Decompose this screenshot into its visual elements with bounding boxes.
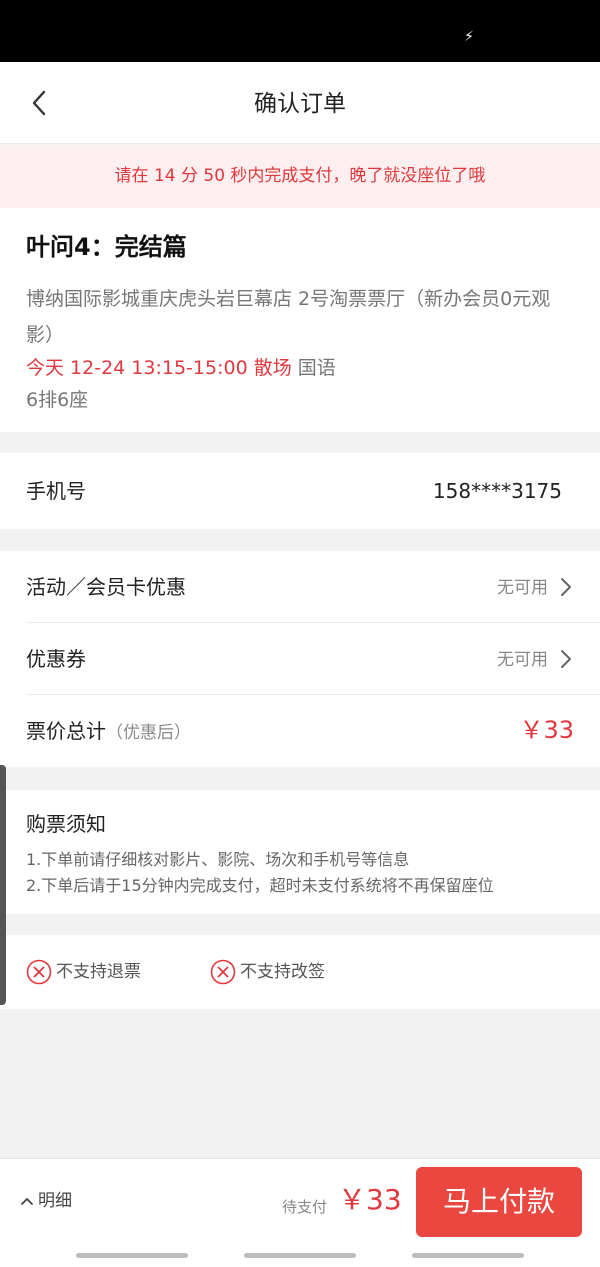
chevron-right-icon	[561, 578, 571, 596]
detail-label: 明细	[38, 1191, 72, 1211]
due-label: 待支付	[282, 1198, 328, 1216]
coupon-status: 无可用	[497, 650, 548, 670]
coupon-row[interactable]: 优惠券 无可用	[0, 623, 600, 695]
no-refund-label: 不支持退票	[56, 962, 141, 982]
member-discount-label: 活动／会员卡优惠	[26, 575, 186, 599]
phone-value: 158****3175	[432, 479, 562, 503]
pay-now-button[interactable]: 马上付款	[416, 1167, 582, 1237]
x-circle-icon	[26, 959, 52, 985]
chevron-right-icon	[561, 650, 571, 668]
cinema-hall: 博纳国际影城重庆虎头岩巨幕店 2号淘票票厅（新办会员0元观影）	[26, 288, 551, 346]
notice-title: 购票须知	[26, 812, 106, 836]
member-discount-status: 无可用	[497, 578, 548, 598]
purchase-notice: 购票须知 1.下单前请仔细核对影片、影院、场次和手机号等信息 2.下单后请于15…	[0, 790, 600, 914]
side-handle[interactable]	[0, 765, 6, 1005]
showtime-text: 今天 12-24 13:15-15:00 散场	[26, 357, 292, 379]
nav-indicator	[244, 1253, 356, 1258]
bottom-bar: 明细 待支付 ￥33 马上付款	[0, 1158, 600, 1267]
phone-row: 手机号 158****3175	[0, 453, 600, 529]
nav-bar: 确认订单	[0, 62, 600, 144]
chevron-up-icon	[21, 1198, 33, 1205]
nav-indicator	[412, 1253, 524, 1258]
status-bar: ⚡	[0, 0, 600, 62]
movie-title: 叶问4：完结篇	[26, 233, 187, 261]
discount-card: 活动／会员卡优惠 无可用 优惠券 无可用 票价总计（优惠后） ￥33	[0, 551, 600, 767]
movie-info-card: 叶问4：完结篇 博纳国际影城重庆虎头岩巨幕店 2号淘票票厅（新办会员0元观影） …	[0, 208, 600, 432]
total-label-text: 票价总计	[26, 719, 106, 743]
total-label: 票价总计（优惠后）	[26, 719, 191, 745]
phone-label: 手机号	[26, 479, 86, 503]
countdown-banner: 请在 14 分 50 秒内完成支付，晚了就没座位了哦	[0, 145, 600, 208]
notice-line: 2.下单后请于15分钟内完成支付，超时未支付系统将不再保留座位	[26, 876, 494, 895]
showtime: 今天 12-24 13:15-15:00 散场 国语	[26, 356, 336, 380]
coupon-label: 优惠券	[26, 647, 86, 671]
total-hint: （优惠后）	[106, 723, 191, 743]
no-change-label: 不支持改签	[240, 962, 325, 982]
notice-line: 1.下单前请仔细核对影片、影院、场次和手机号等信息	[26, 850, 410, 869]
total-price: ￥33	[519, 716, 574, 744]
nav-indicator	[76, 1253, 188, 1258]
seat-info: 6排6座	[26, 389, 89, 411]
policy-card: 不支持退票 不支持改签	[0, 935, 600, 1009]
member-discount-row[interactable]: 活动／会员卡优惠 无可用	[0, 551, 600, 623]
x-circle-icon	[210, 959, 236, 985]
bolt-icon: ⚡	[464, 29, 474, 45]
total-row: 票价总计（优惠后） ￥33	[0, 695, 600, 767]
page-title: 确认订单	[254, 91, 346, 117]
language: 国语	[297, 357, 336, 379]
due-price: ￥33	[338, 1183, 402, 1216]
detail-toggle[interactable]: 明细	[20, 1190, 72, 1212]
